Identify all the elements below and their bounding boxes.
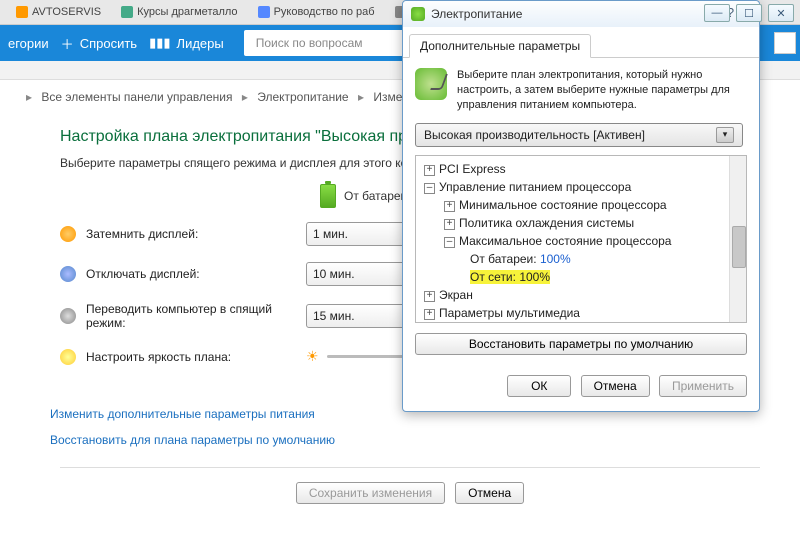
expand-icon[interactable]: +	[444, 201, 455, 212]
intro-text: Выберите план электропитания, который ну…	[457, 68, 747, 113]
row-label: Затемнить дисплей:	[86, 227, 306, 241]
tree-node[interactable]: Управление питанием процессора	[439, 180, 631, 194]
tab-label: Руководство по раб	[274, 6, 375, 18]
combo-value: Высокая производительность [Активен]	[424, 128, 645, 142]
expand-icon[interactable]: +	[444, 219, 455, 230]
scrollbar[interactable]	[729, 156, 746, 322]
sun-low-icon: ☀	[306, 348, 319, 365]
link-restore-defaults[interactable]: Восстановить для плана параметры по умол…	[50, 433, 760, 447]
scrollbar-thumb[interactable]	[732, 226, 746, 268]
dim-icon	[60, 226, 76, 242]
page-footer: Сохранить изменения Отмена	[60, 467, 760, 518]
battery-max-value[interactable]: 100%	[540, 252, 571, 266]
combo-value: 1 мин.	[313, 227, 348, 241]
battery-icon	[320, 184, 336, 208]
tree-node[interactable]: PCI Express	[439, 162, 506, 176]
nav-leaders[interactable]: ▮▮▮Лидеры	[149, 35, 224, 51]
breadcrumb-item[interactable]: Электропитание	[257, 90, 348, 104]
browser-tab[interactable]: AVTOSERVIS	[8, 6, 109, 18]
nav-categories[interactable]: егории	[8, 36, 49, 51]
tab-label: AVTOSERVIS	[32, 6, 101, 18]
chevron-down-icon: ▾	[716, 127, 734, 143]
collapse-icon[interactable]: –	[424, 183, 435, 194]
close-button[interactable]: ✕	[768, 4, 794, 22]
power-icon	[411, 7, 425, 21]
page-icon[interactable]	[774, 32, 796, 54]
row-label: Отключать дисплей:	[86, 267, 306, 281]
browser-tab[interactable]: Руководство по раб	[250, 6, 383, 18]
brightness-icon	[60, 349, 76, 365]
nav-ask[interactable]: ＋Спросить	[61, 34, 137, 53]
restore-row: Восстановить параметры по умолчанию	[415, 333, 747, 355]
breadcrumb-item[interactable]: Все элементы панели управления	[41, 90, 232, 104]
maximize-button[interactable]: ☐	[736, 4, 762, 22]
tab-advanced[interactable]: Дополнительные параметры	[409, 34, 591, 58]
row-label: Переводить компьютер в спящий режим:	[86, 302, 306, 330]
tree-node[interactable]: Экран	[439, 288, 473, 302]
dialog-tabstrip: Дополнительные параметры	[403, 29, 759, 58]
battery-label: От батареи	[344, 189, 407, 203]
collapse-icon[interactable]: –	[444, 237, 455, 248]
save-button[interactable]: Сохранить изменения	[296, 482, 445, 504]
window-system-buttons: — ☐ ✕	[704, 4, 794, 22]
bars-icon: ▮▮▮	[149, 35, 170, 51]
expand-icon[interactable]: +	[424, 291, 435, 302]
tree-value-row[interactable]: От сети: 100%	[418, 268, 744, 286]
battery-plug-icon	[415, 68, 447, 100]
chevron-right-icon: ▸	[358, 90, 364, 104]
cancel-button[interactable]: Отмена	[581, 375, 650, 397]
tree-value-row[interactable]: От батареи: 100%	[418, 250, 744, 268]
plus-icon: ＋	[61, 34, 74, 53]
power-options-dialog: Электропитание ? ✕ Дополнительные параме…	[402, 0, 760, 412]
chevron-right-icon: ▸	[26, 90, 32, 104]
dialog-intro: Выберите план электропитания, который ну…	[415, 68, 747, 113]
apply-button[interactable]: Применить	[659, 375, 747, 397]
ok-button[interactable]: ОК	[507, 375, 571, 397]
extra-links: Изменить дополнительные параметры питани…	[50, 407, 760, 447]
chevron-right-icon: ▸	[242, 90, 248, 104]
tab-label: Курсы драгметалло	[137, 6, 237, 18]
tree-node[interactable]: Политика охлаждения системы	[459, 216, 634, 230]
row-label: Настроить яркость плана:	[86, 350, 306, 364]
expand-icon[interactable]: +	[424, 165, 435, 176]
browser-tab[interactable]: Курсы драгметалло	[113, 6, 245, 18]
dialog-footer: ОК Отмена Применить	[403, 365, 759, 411]
settings-tree: +PCI Express –Управление питанием процес…	[415, 155, 747, 323]
ac-max-value: 100%	[519, 270, 550, 284]
tree-node[interactable]: Максимальное состояние процессора	[459, 234, 671, 248]
minimize-button[interactable]: —	[704, 4, 730, 22]
cancel-button[interactable]: Отмена	[455, 482, 524, 504]
dialog-body: Выберите план электропитания, который ну…	[403, 58, 759, 365]
sleep-icon	[60, 308, 76, 324]
expand-icon[interactable]: +	[424, 309, 435, 320]
monitor-off-icon	[60, 266, 76, 282]
tree-node[interactable]: Параметры мультимедиа	[439, 306, 580, 320]
power-plan-combo[interactable]: Высокая производительность [Активен] ▾	[415, 123, 743, 147]
combo-value: 15 мин.	[313, 309, 355, 323]
tree-node[interactable]: Минимальное состояние процессора	[459, 198, 667, 212]
dialog-title: Электропитание	[431, 7, 522, 21]
combo-value: 10 мин.	[313, 267, 355, 281]
restore-defaults-button[interactable]: Восстановить параметры по умолчанию	[415, 333, 747, 355]
